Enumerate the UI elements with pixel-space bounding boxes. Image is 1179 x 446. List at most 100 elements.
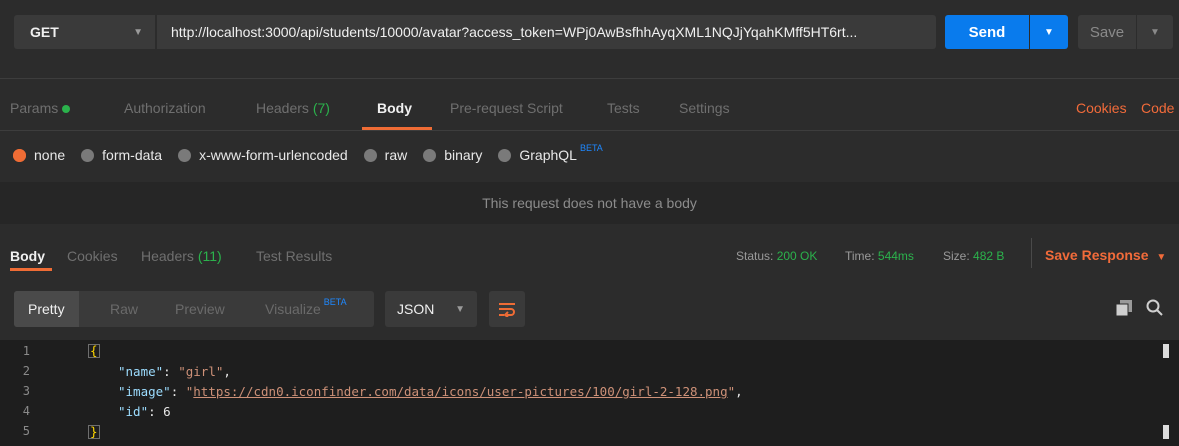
- time-indicator: Time: 544ms: [845, 249, 914, 263]
- response-tab-cookies[interactable]: Cookies: [67, 248, 118, 264]
- headers-count: (7): [312, 100, 330, 116]
- wrap-lines-icon: [499, 303, 515, 317]
- radio-raw[interactable]: raw: [363, 147, 408, 163]
- code-line-5: }: [88, 424, 100, 439]
- save-button[interactable]: Save: [1078, 15, 1136, 49]
- code-line-3: "image": "https://cdn0.iconfinder.com/da…: [118, 384, 743, 399]
- no-body-text: This request does not have a body: [482, 195, 697, 211]
- divider: [0, 78, 1179, 79]
- active-response-tab-indicator: [10, 268, 52, 271]
- json-key: "name": [118, 364, 164, 379]
- radio-graphql-label: GraphQL: [519, 147, 577, 163]
- caret-down-icon: ▼: [1150, 26, 1160, 38]
- response-tab-headers[interactable]: Headers (11): [141, 248, 222, 264]
- no-body-message: This request does not have a body: [0, 182, 1179, 224]
- time-value: 544ms: [877, 249, 914, 263]
- image-url-link[interactable]: https://cdn0.iconfinder.com/data/icons/u…: [193, 384, 727, 399]
- radio-binary[interactable]: binary: [423, 147, 482, 163]
- radio-graphql[interactable]: GraphQL BETA: [498, 143, 603, 163]
- json-value: 6: [163, 404, 171, 419]
- close-brace: }: [88, 424, 100, 439]
- method-label: GET: [30, 24, 59, 40]
- response-tab-test-results[interactable]: Test Results: [256, 248, 332, 264]
- open-brace: {: [88, 343, 100, 358]
- search-icon[interactable]: [1146, 299, 1164, 320]
- send-button[interactable]: Send: [945, 15, 1029, 49]
- line-number: 2: [22, 364, 30, 378]
- size-label: Size:: [943, 249, 970, 263]
- caret-down-icon: ▼: [1044, 26, 1054, 38]
- radio-raw-label: raw: [384, 147, 408, 163]
- tab-settings[interactable]: Settings: [679, 100, 730, 116]
- tab-params-label: Params: [10, 100, 59, 116]
- line-number-gutter: 1 2 3 4 5: [0, 340, 58, 446]
- line-number: 5: [22, 424, 30, 438]
- caret-down-icon: ▼: [1156, 252, 1167, 263]
- size-indicator: Size: 482 B: [943, 249, 1004, 263]
- radio-icon: [363, 148, 377, 162]
- size-value: 482 B: [973, 249, 1005, 263]
- response-headers-count: (11): [197, 248, 222, 264]
- divider: [1031, 238, 1032, 268]
- view-preview-button[interactable]: Preview: [175, 291, 225, 327]
- beta-badge: BETA: [579, 143, 603, 153]
- radio-icon: [81, 148, 95, 162]
- radio-none[interactable]: none: [13, 147, 65, 163]
- tab-pre-request-script[interactable]: Pre-request Script: [450, 100, 563, 116]
- divider: [0, 130, 1179, 131]
- scrollbar-thumb[interactable]: [1163, 344, 1169, 358]
- body-type-radio-group: none form-data x-www-form-urlencoded raw…: [13, 143, 619, 163]
- caret-down-icon: ▼: [133, 26, 143, 38]
- time-label: Time:: [845, 249, 875, 263]
- format-select[interactable]: JSON ▼: [385, 291, 477, 327]
- tab-authorization[interactable]: Authorization: [124, 100, 206, 116]
- copy-icon[interactable]: [1115, 300, 1132, 319]
- save-dropdown-button[interactable]: ▼: [1137, 15, 1173, 49]
- send-dropdown-button[interactable]: ▼: [1030, 15, 1068, 49]
- view-raw-button[interactable]: Raw: [110, 291, 138, 327]
- line-number: 3: [22, 384, 30, 398]
- code-link[interactable]: Code: [1141, 100, 1174, 116]
- tab-tests[interactable]: Tests: [607, 100, 640, 116]
- cookies-link[interactable]: Cookies: [1076, 100, 1127, 116]
- line-number: 1: [22, 344, 30, 358]
- tab-headers[interactable]: Headers (7): [256, 100, 330, 116]
- save-response-button[interactable]: Save Response ▼: [1045, 247, 1166, 263]
- radio-checked-icon: [13, 148, 26, 162]
- status-label: Status:: [736, 249, 774, 263]
- scrollbar-thumb[interactable]: [1163, 425, 1169, 439]
- tab-headers-label: Headers: [256, 100, 309, 116]
- params-indicator-dot: [62, 105, 71, 114]
- line-number: 4: [22, 404, 30, 418]
- code-line-4: "id": 6: [118, 404, 171, 419]
- radio-none-label: none: [34, 147, 66, 163]
- visualize-label: Visualize: [265, 301, 321, 317]
- radio-urlencoded[interactable]: x-www-form-urlencoded: [178, 147, 348, 163]
- view-visualize-button[interactable]: Visualize BETA: [265, 291, 347, 327]
- radio-binary-label: binary: [444, 147, 483, 163]
- wrap-lines-button[interactable]: [489, 291, 525, 327]
- url-input[interactable]: http://localhost:3000/api/students/10000…: [157, 15, 936, 49]
- json-key: "id": [118, 404, 149, 419]
- radio-icon: [178, 148, 192, 162]
- url-text: http://localhost:3000/api/students/10000…: [171, 24, 858, 40]
- radio-form-data-label: form-data: [102, 147, 163, 163]
- view-pretty-button[interactable]: Pretty: [14, 291, 79, 327]
- radio-form-data[interactable]: form-data: [81, 147, 162, 163]
- response-tab-headers-label: Headers: [141, 248, 194, 264]
- save-response-label: Save Response: [1045, 247, 1149, 263]
- json-key: "image": [118, 384, 171, 399]
- status-value: 200 OK: [776, 249, 818, 263]
- status-indicator: Status: 200 OK: [736, 249, 817, 263]
- method-select[interactable]: GET ▼: [14, 15, 156, 49]
- code-line-1: {: [88, 343, 100, 358]
- radio-icon: [498, 148, 512, 162]
- tab-body[interactable]: Body: [377, 100, 412, 116]
- format-label: JSON: [397, 301, 435, 317]
- response-tab-body[interactable]: Body: [10, 248, 45, 264]
- code-line-2: "name": "girl",: [118, 364, 231, 379]
- radio-icon: [423, 148, 437, 162]
- tab-params[interactable]: Params: [10, 100, 71, 116]
- json-value: "girl": [178, 364, 224, 379]
- beta-badge: BETA: [323, 297, 347, 307]
